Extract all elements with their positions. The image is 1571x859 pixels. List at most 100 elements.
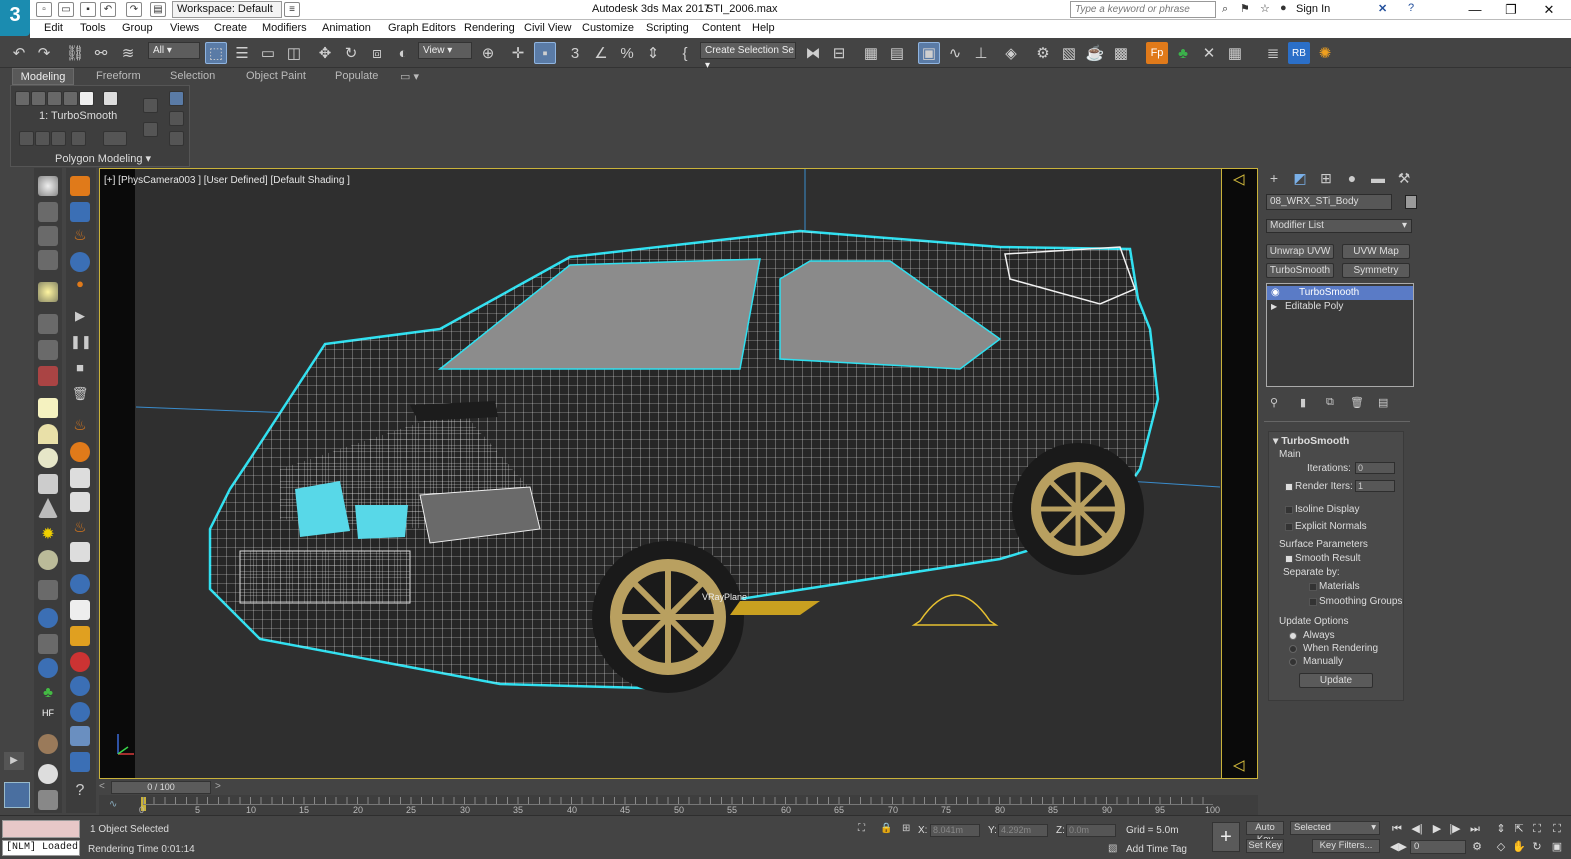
- undo-icon[interactable]: ↶: [100, 2, 116, 17]
- search-icon[interactable]: ⌕: [1222, 3, 1228, 16]
- configure-icon[interactable]: [103, 131, 127, 146]
- manually-radio[interactable]: [1289, 658, 1297, 666]
- stack-pin-icon[interactable]: [19, 131, 34, 146]
- render-icon[interactable]: [38, 202, 58, 222]
- ocean-icon[interactable]: [70, 726, 90, 746]
- sphere-light-icon[interactable]: [38, 764, 58, 784]
- smoke-icon[interactable]: [70, 442, 90, 462]
- preview-icon[interactable]: [143, 98, 158, 113]
- border-icon[interactable]: [47, 91, 62, 106]
- help-icon[interactable]: ?: [1408, 2, 1414, 14]
- show-end-icon[interactable]: [35, 131, 50, 146]
- particle-icon[interactable]: [38, 608, 58, 628]
- angle-snap-icon[interactable]: ∠: [590, 42, 612, 64]
- pin-stack-icon[interactable]: ⚲: [1270, 396, 1278, 409]
- panel-label[interactable]: Polygon Modeling ▾: [55, 152, 151, 165]
- lock-icon[interactable]: 🔒: [880, 823, 892, 834]
- tab-modeling[interactable]: Modeling: [12, 68, 74, 85]
- grid-view-icon[interactable]: [38, 790, 58, 810]
- y-coordinate[interactable]: 4.292m: [998, 824, 1048, 837]
- help-icon[interactable]: ?: [70, 782, 90, 802]
- tab-populate[interactable]: Populate: [335, 70, 378, 82]
- save-icon[interactable]: ▪: [80, 2, 96, 17]
- keyboard-shortcut-override-icon[interactable]: ▪: [534, 42, 556, 64]
- utilities-tab-icon[interactable]: ⚒: [1394, 170, 1414, 188]
- layer-explorer-icon[interactable]: ▤: [886, 42, 908, 64]
- spacewarp-icon[interactable]: [38, 366, 58, 386]
- configure-sets-icon[interactable]: ▤: [1378, 396, 1388, 409]
- object-icon[interactable]: [70, 176, 90, 196]
- curve-editor-mini-icon[interactable]: ∿: [109, 799, 117, 810]
- camera-icon[interactable]: [38, 314, 58, 334]
- list-view-icon[interactable]: [70, 202, 90, 222]
- update-button[interactable]: Update: [1299, 673, 1373, 688]
- fire-icon[interactable]: ♨: [70, 226, 90, 246]
- modifier-list-dropdown[interactable]: Modifier List ▾: [1266, 219, 1412, 233]
- create-tab-icon[interactable]: +: [1264, 170, 1284, 188]
- scatter-icon[interactable]: [38, 580, 58, 600]
- rock-icon[interactable]: [38, 734, 58, 754]
- absolute-mode-icon[interactable]: ⊞: [902, 823, 910, 834]
- select-object-icon[interactable]: ⬚: [205, 42, 227, 64]
- render-iters-spinner[interactable]: 1: [1355, 480, 1395, 492]
- grid-icon[interactable]: [38, 250, 58, 270]
- menu-tools[interactable]: Tools: [80, 22, 106, 34]
- sign-in-button[interactable]: Sign In: [1296, 3, 1330, 15]
- x-coordinate[interactable]: 8.041m: [930, 824, 980, 837]
- grass-icon[interactable]: ♣: [38, 684, 58, 704]
- ribbon-side-icon-2[interactable]: [169, 111, 184, 126]
- tab-freeform[interactable]: Freeform: [96, 70, 141, 82]
- scale-icon[interactable]: ⧈: [366, 42, 388, 64]
- smoothing-groups-checkbox[interactable]: [1309, 598, 1317, 606]
- schematic-view-icon[interactable]: ⊥: [970, 42, 992, 64]
- pause-icon[interactable]: ❚❚: [70, 334, 92, 354]
- time-slider[interactable]: 0 / 100: [111, 781, 211, 794]
- flame-icon[interactable]: ♨: [70, 416, 90, 436]
- show-end-result-icon[interactable]: ▮: [1300, 396, 1306, 409]
- render-iters-checkbox[interactable]: [1285, 483, 1293, 491]
- object-color-swatch[interactable]: [1405, 195, 1417, 209]
- workspace-menu-icon[interactable]: ≡: [284, 2, 300, 17]
- undo-icon[interactable]: ↶: [8, 42, 30, 64]
- zoom-icon[interactable]: ⇕: [1494, 822, 1508, 836]
- placement-icon[interactable]: ◐: [392, 42, 414, 64]
- cube-icon[interactable]: [103, 91, 118, 106]
- display-tab-icon[interactable]: ▬: [1368, 170, 1388, 188]
- delete-icon[interactable]: 🗑: [70, 386, 90, 406]
- collapse-icon[interactable]: [143, 122, 158, 137]
- menu-views[interactable]: Views: [170, 22, 199, 34]
- remove-modifier-icon[interactable]: 🗑: [1350, 396, 1364, 409]
- previous-frame-icon[interactable]: ◀|: [1410, 822, 1424, 836]
- favorites-icon[interactable]: ☆: [1260, 2, 1270, 15]
- zoom-all-icon[interactable]: ⇱: [1512, 822, 1526, 836]
- sun-icon[interactable]: ✹: [38, 524, 58, 544]
- align-icon[interactable]: ⊟: [828, 42, 850, 64]
- iterations-spinner[interactable]: 0: [1355, 462, 1395, 474]
- viewport-layout-icon[interactable]: [4, 782, 30, 808]
- unlink-icon[interactable]: ⚯: [90, 42, 112, 64]
- sphere-icon[interactable]: [38, 448, 58, 468]
- menu-modifiers[interactable]: Modifiers: [262, 22, 307, 34]
- menu-create[interactable]: Create: [214, 22, 247, 34]
- time-next-icon[interactable]: >: [215, 781, 225, 792]
- minimize-button[interactable]: —: [1458, 0, 1492, 20]
- turbosmooth-button[interactable]: TurboSmooth: [1266, 263, 1334, 278]
- zoom-extents-icon[interactable]: ⛶: [1530, 822, 1544, 836]
- rollout-title[interactable]: ▾ TurboSmooth: [1273, 435, 1349, 447]
- remove-modifier-icon[interactable]: [71, 131, 86, 146]
- rectangle-selection-icon[interactable]: ▭: [257, 42, 279, 64]
- menu-content[interactable]: Content: [702, 22, 741, 34]
- teapot-icon[interactable]: [38, 176, 58, 196]
- time-config-icon[interactable]: ⚙: [1470, 840, 1484, 854]
- ref-coord-dropdown[interactable]: View ▾: [418, 42, 472, 59]
- workspace-dropdown[interactable]: Workspace: Default ▾: [172, 1, 282, 30]
- time-tag-icon[interactable]: ▧: [1108, 843, 1117, 854]
- key-filters-button[interactable]: Key Filters...: [1312, 839, 1380, 853]
- zoom-extents-all-icon[interactable]: ⛶: [1550, 822, 1564, 836]
- ball-icon[interactable]: [38, 550, 58, 570]
- water-icon[interactable]: [70, 252, 90, 272]
- next-frame-icon[interactable]: |▶: [1448, 822, 1462, 836]
- cup-icon[interactable]: [70, 600, 90, 620]
- key-mode-dropdown[interactable]: Selected ▾: [1290, 821, 1380, 835]
- rotate-icon[interactable]: ↻: [340, 42, 362, 64]
